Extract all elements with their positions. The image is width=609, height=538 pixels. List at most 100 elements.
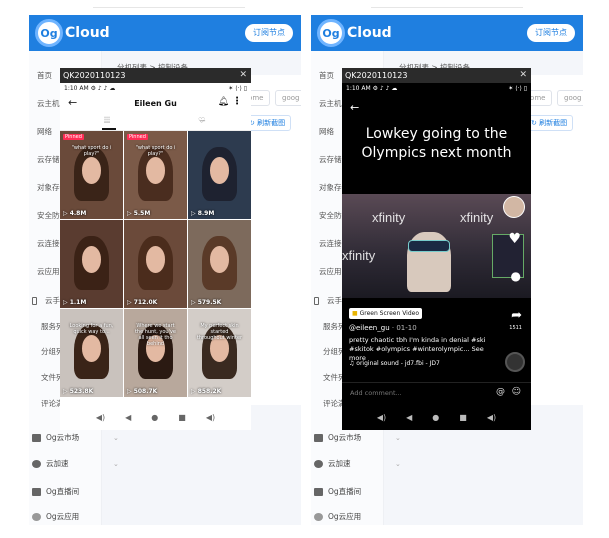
emoji-icon[interactable]: ☺ [512,387,521,397]
video-thumbnail[interactable]: Where we start the hunt, you've all seen… [124,309,187,397]
video-author[interactable]: @eileen_gu · 01-10 [349,324,417,332]
phone-window-left[interactable]: QK2020110123 ✕ 1:10 AM ⚙ ♪ ♪ ☁ ✶ ⟨·⟩ ▯ ←… [60,68,251,430]
sponsor-text: xfinity [460,210,494,225]
sound-line[interactable]: ♫ original sound - jd7.fbi - JD7 [349,360,440,367]
video-thumbnail[interactable]: Pinned "what sport do i play?" ▷ 4.8M [60,131,123,219]
active-tab-indicator [102,128,116,130]
view-count: ▷ 579.5K [191,299,222,306]
comment-icon[interactable]: ● [511,269,521,283]
refresh-screenshot-button[interactable]: ↻ 刷新截图 [525,115,574,131]
video-thumbnail[interactable]: Looking for a fun, quick way to... ▷ 523.… [60,309,123,397]
sidebar-item-cloud-accel[interactable]: 云加速 ⌄ [311,454,411,474]
android-nav-bar: ◀) ◀ ● ■ ◀) [342,404,531,430]
view-count-value: 579.5K [197,299,222,306]
filter-chip-google[interactable]: goog [557,90,583,106]
close-icon[interactable]: ✕ [519,68,527,83]
volume-down-icon[interactable]: ◀) [96,413,105,422]
phone-icon [314,297,319,305]
sidebar-item-cloud-accel[interactable]: 云加速 ⌄ [29,454,129,474]
screenshot-stage: Og Cloud 订阅节点 首页 云主机 网络 云存储 对象存储 安全防护 云连… [0,0,609,538]
top-divider [371,7,523,8]
video-thumbnail[interactable]: My perfect skin started throughout winte… [188,309,251,397]
home-icon[interactable]: ● [432,413,439,422]
video-thumbnail[interactable]: Pinned "what sport do i play?" ▷ 5.5M [124,131,187,219]
chevron-down-icon: ⌄ [113,434,119,442]
profile-header: ← Eileen Gu 🔔︎ ⋮ [60,94,251,114]
sidebar-item-og-live[interactable]: Og直播间 [311,482,411,502]
video-grid: Pinned "what sport do i play?" ▷ 4.8M Pinne… [60,131,251,403]
view-count: ▷ 4.8M [63,210,87,217]
refresh-icon: ↻ [531,119,540,127]
cloud-icon [314,513,323,521]
thumbnail-face [210,157,229,184]
sidebar-item-og-cloud-app[interactable]: Og云应用 [29,507,129,525]
comment-input[interactable]: Add comment... [350,389,402,397]
top-divider [93,7,245,8]
sidebar-item-og-live[interactable]: Og直播间 [29,482,129,502]
video-thumbnail[interactable]: ▷ 579.5K [188,220,251,308]
view-count: ▷ 1.1M [63,299,87,306]
liked-tab-icon[interactable]: ♡̶ [198,116,205,125]
recents-icon[interactable]: ■ [178,413,186,422]
cloud-icon [32,513,41,521]
logo[interactable]: Og Cloud [35,19,110,47]
phone-window-right[interactable]: QK2020110123 ✕ 1:10 AM ⚙ ♪ ♪ ☁ ✶ ⟨·⟩ ▯ ←… [342,68,531,430]
view-count-value: 5.5M [133,210,151,217]
back-icon[interactable]: ◀ [125,413,131,422]
back-arrow-icon[interactable]: ← [350,101,359,114]
close-icon[interactable]: ✕ [239,68,247,83]
bell-icon[interactable]: 🔔︎ [218,97,229,107]
video-thumbnail[interactable]: ▷ 712.0K [124,220,187,308]
android-nav-bar: ◀) ◀ ● ■ ◀) [60,404,251,430]
thumbnail-face [146,246,165,273]
phone-window-title: QK2020110123 [60,68,251,83]
logo-text: Cloud [65,25,110,41]
thumbnail-face [210,246,229,273]
back-icon[interactable]: ◀ [406,413,412,422]
sidebar-item-og-cloud-app[interactable]: Og云应用 [311,507,411,525]
market-icon [32,434,41,442]
view-count-value: 4.8M [69,210,87,217]
mention-icon[interactable]: @ [496,387,505,397]
view-count-value: 508.7K [133,388,158,395]
status-right-icons: ✶ ⟨·⟩ ▯ [508,85,527,92]
recents-icon[interactable]: ■ [459,413,467,422]
live-icon [32,488,41,496]
chevron-down-icon: ⌄ [395,434,401,442]
thumbnail-face [146,157,165,184]
volume-up-icon[interactable]: ◀) [487,413,496,422]
top-header: Og Cloud 订阅节点 [29,15,301,51]
volume-down-icon[interactable]: ◀) [377,413,386,422]
video-thumbnail[interactable]: ▷ 8.9M [188,131,251,219]
status-bar: 1:10 AM ⚙ ♪ ♪ ☁ [342,83,531,94]
sidebar-item-og-market[interactable]: Og云市场 ⌄ [311,428,411,448]
phone-icon [32,297,37,305]
thumbnail-caption: "what sport do i play?" [71,145,112,157]
video-thumbnail[interactable]: ▷ 1.1M [60,220,123,308]
creator-avatar[interactable] [503,196,525,218]
thumbnail-face [82,246,101,273]
home-icon[interactable]: ● [151,413,158,422]
chevron-down-icon: ⌄ [113,460,119,468]
green-screen-tag[interactable]: ■ Green Screen Video [349,308,423,319]
phone-window-title: QK2020110123 [342,68,531,83]
subscribe-button[interactable]: 订阅节点 [527,24,575,42]
filter-chip-google[interactable]: goog [275,90,301,106]
share-icon[interactable]: ➦ [511,308,522,323]
logo[interactable]: Og Cloud [317,19,392,47]
thumbnail-caption: My perfect skin started throughout winte… [196,323,243,341]
thumbnail-caption: Looking for a fun, quick way to... [69,323,114,335]
more-options-icon[interactable]: ⋮ [232,96,242,107]
subscribe-button[interactable]: 订阅节点 [245,24,293,42]
thumbnail-face [82,157,101,184]
profile-tabs: ⦙⦙⦙ ♡̶ [60,114,251,131]
volume-up-icon[interactable]: ◀) [206,413,215,422]
thumbnail-caption: "what sport do i play?" [135,145,176,157]
heart-icon[interactable]: ♥ [508,231,521,247]
pinned-badge: Pinned [127,134,148,140]
videos-grid-tab-icon[interactable]: ⦙⦙⦙ [104,116,110,126]
live-icon [314,488,323,496]
sidebar-item-og-market[interactable]: Og云市场 ⌄ [29,428,129,448]
sound-disc-icon[interactable] [505,352,525,372]
view-count-value: 8.9M [197,210,215,217]
